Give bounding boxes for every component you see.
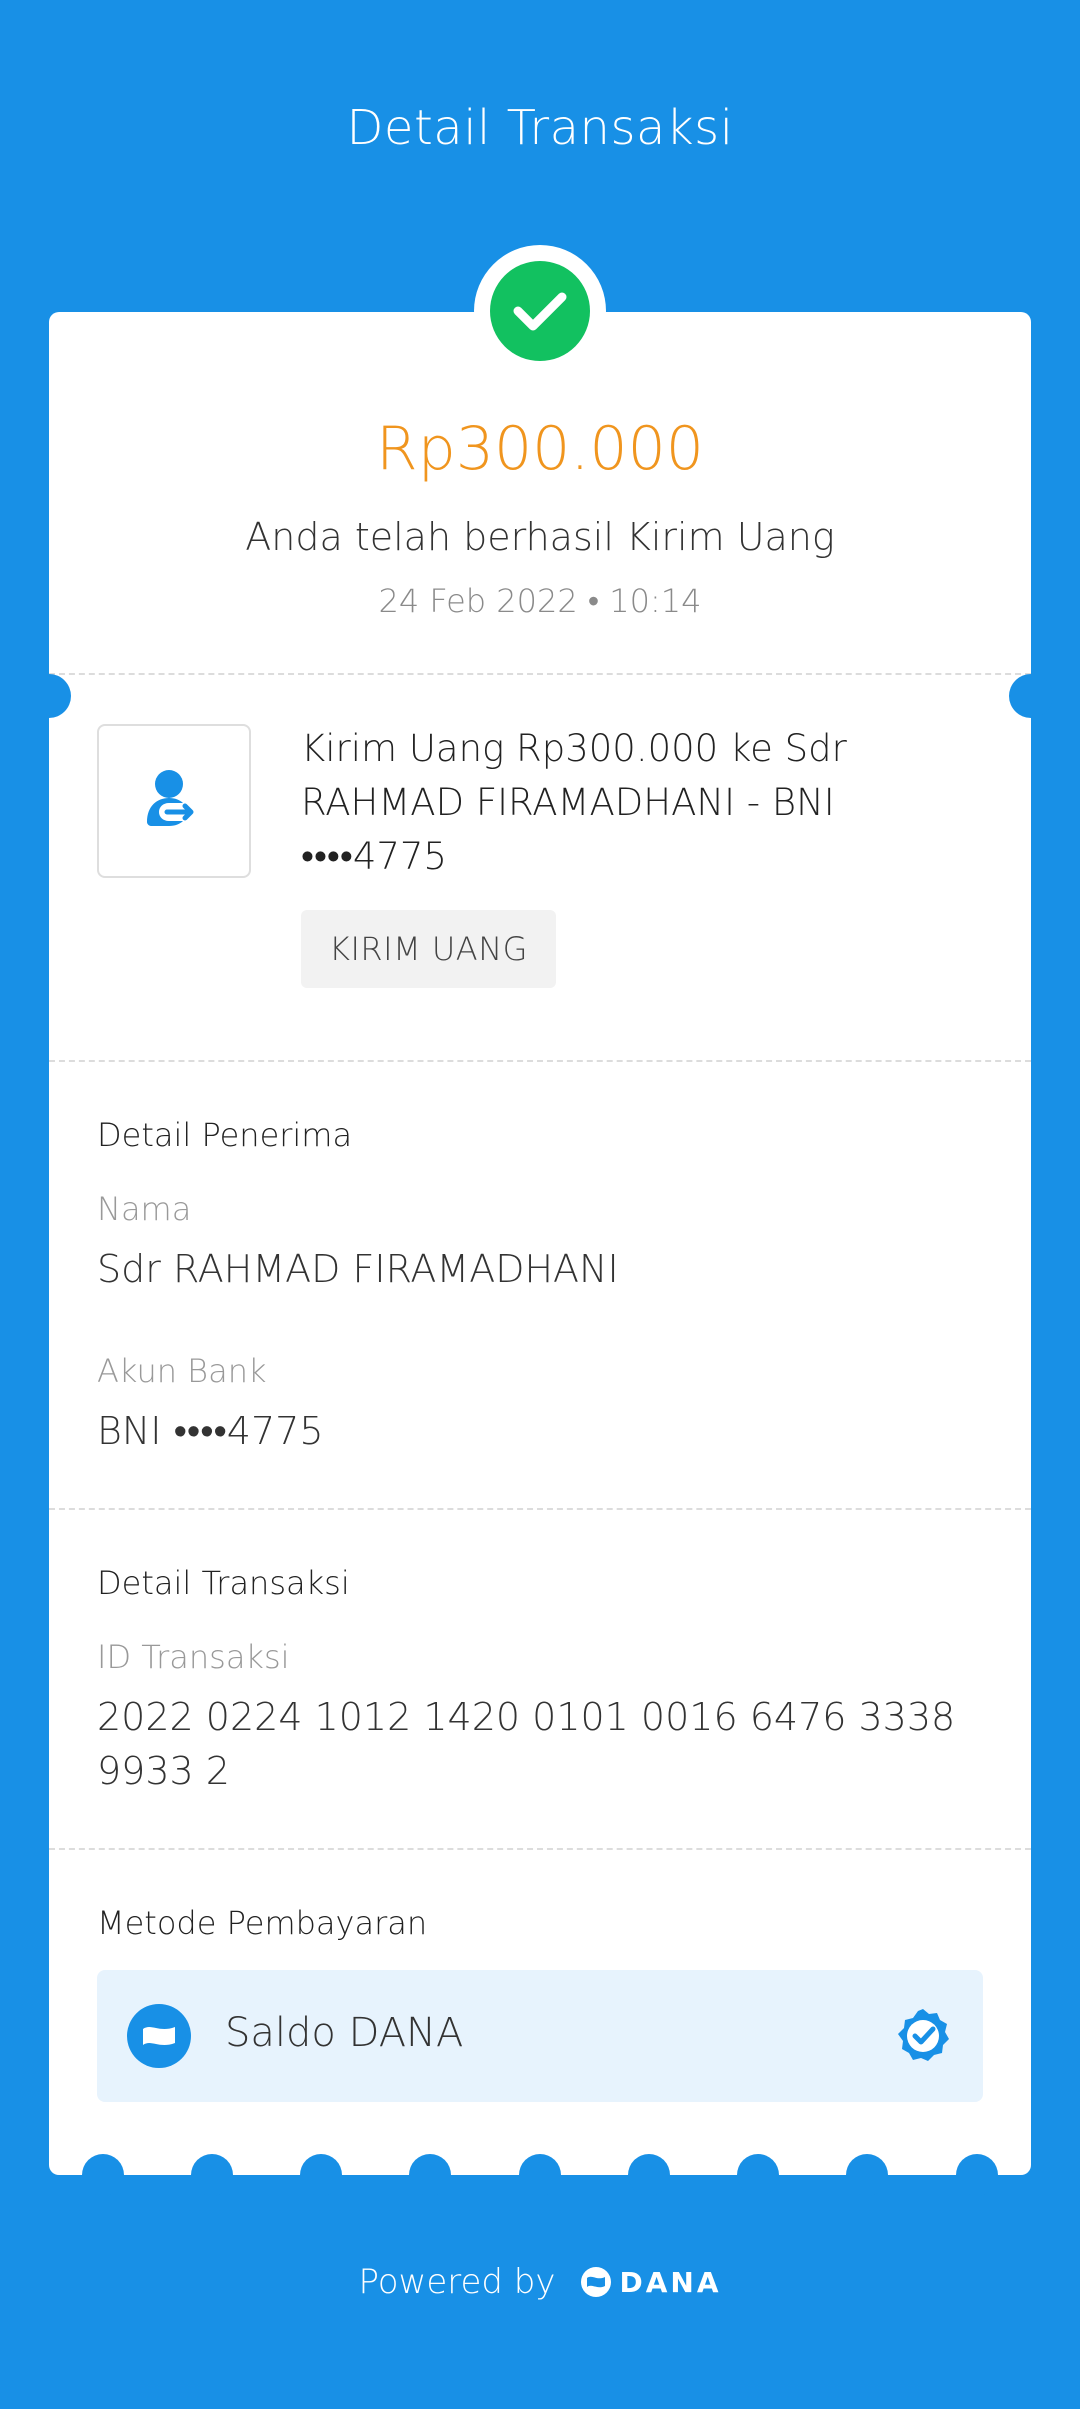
dana-logo-icon xyxy=(580,2267,611,2297)
bottom-notch xyxy=(519,2154,561,2196)
bottom-notch xyxy=(956,2154,998,2196)
bottom-notch xyxy=(846,2154,888,2196)
category-tag: KIRIM UANG xyxy=(301,910,556,988)
receipt-card: Rp300.000 Anda telah berhasil Kirim Uang… xyxy=(27,312,1053,2196)
right-notch xyxy=(1009,674,1053,718)
success-message: Anda telah berhasil Kirim Uang xyxy=(245,515,835,559)
recipient-section-title: Detail Penerima xyxy=(97,1116,353,1154)
left-notch xyxy=(27,674,71,718)
bottom-notch xyxy=(628,2154,670,2196)
divider xyxy=(49,1848,1031,1850)
bottom-notch xyxy=(409,2154,451,2196)
recipient-name-label: Nama xyxy=(97,1190,192,1228)
bottom-notch xyxy=(82,2154,124,2196)
payment-method-item[interactable]: Saldo DANA xyxy=(97,1970,983,2102)
transaction-datetime: 24 Feb 2022 • 10:14 xyxy=(378,582,702,620)
bank-account-label: Akun Bank xyxy=(97,1352,267,1390)
dana-wallet-icon xyxy=(127,2004,191,2068)
recipient-name: Sdr RAHMAD FIRAMADHANI xyxy=(97,1247,619,1291)
transaction-section-title: Detail Transaksi xyxy=(97,1564,350,1602)
transaction-description: Kirim Uang Rp300.000 ke Sdr RAHMAD FIRAM… xyxy=(301,727,847,878)
success-badge xyxy=(474,245,606,377)
page-title: Detail Transaksi xyxy=(346,100,734,156)
transaction-id[interactable]: 2022 0224 1012 1420 0101 0016 6476 3338 … xyxy=(97,1690,987,1798)
bottom-notch xyxy=(191,2154,233,2196)
payment-method-label: Saldo DANA xyxy=(225,2010,464,2056)
powered-by-label: Powered by xyxy=(358,2262,556,2302)
footer: Powered by DANA xyxy=(0,2262,1080,2302)
bank-account: BNI ••••4775 xyxy=(97,1409,324,1453)
divider xyxy=(49,673,1031,675)
check-icon xyxy=(490,261,590,361)
check-badge-icon xyxy=(893,2006,953,2066)
brand-name: DANA xyxy=(619,2265,722,2299)
divider xyxy=(49,1508,1031,1510)
dana-logo: DANA xyxy=(580,2266,722,2299)
send-money-icon xyxy=(97,724,251,878)
bottom-notch xyxy=(300,2154,342,2196)
bottom-notch xyxy=(737,2154,779,2196)
transaction-id-label: ID Transaksi xyxy=(97,1638,290,1676)
transaction-amount: Rp300.000 xyxy=(376,414,704,484)
payment-section-title: Metode Pembayaran xyxy=(97,1904,428,1942)
divider xyxy=(49,1060,1031,1062)
